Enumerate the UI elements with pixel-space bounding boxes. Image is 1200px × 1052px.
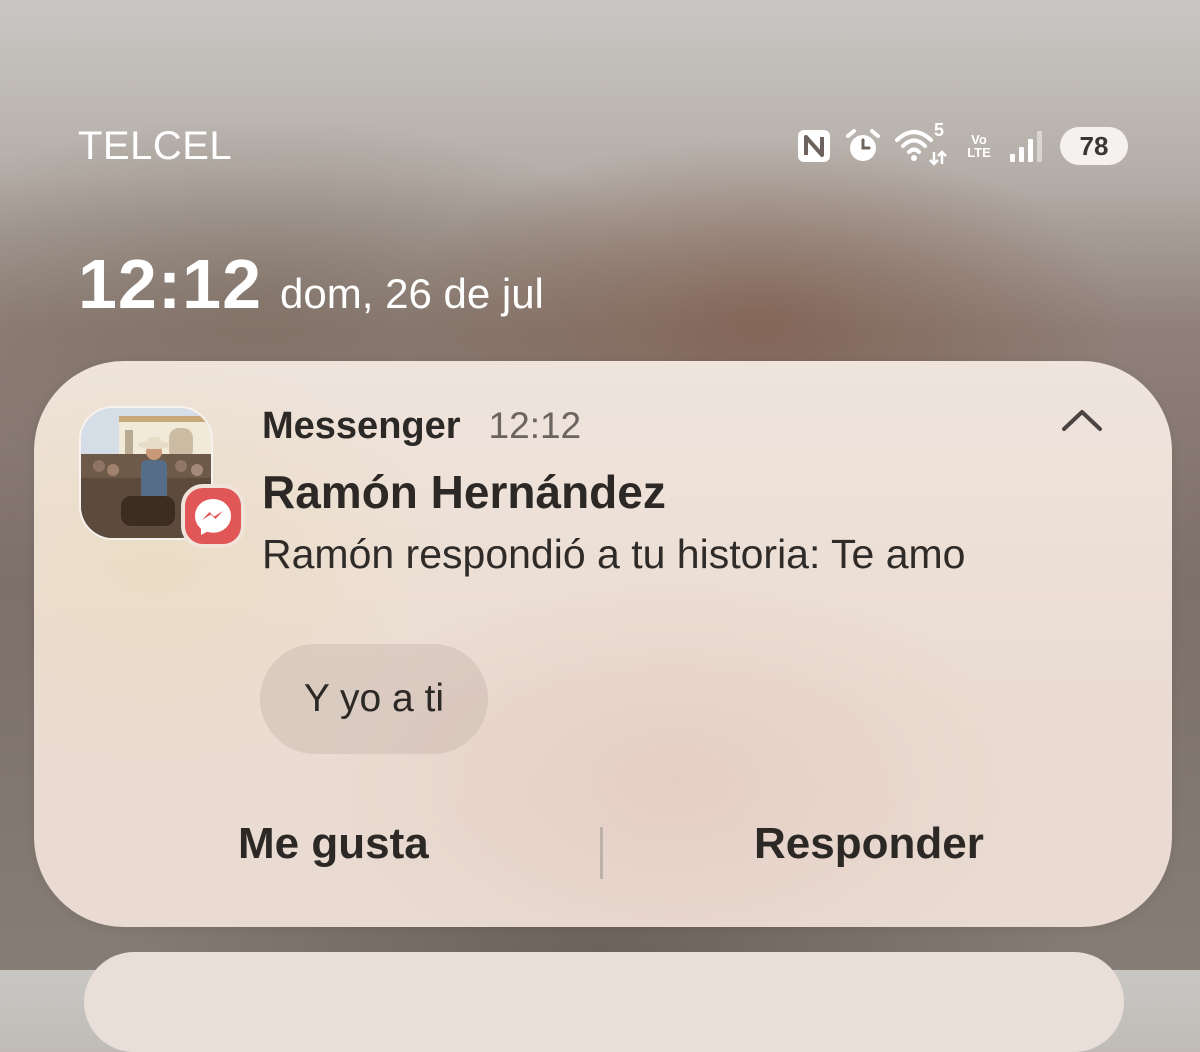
- clock-date: dom, 26 de jul: [280, 270, 544, 317]
- notification-time: 12:12: [488, 405, 582, 446]
- wifi-icon: 5: [894, 120, 950, 166]
- chevron-up-icon[interactable]: [1060, 405, 1104, 435]
- alarm-icon: [844, 127, 882, 165]
- lockscreen-clock-row: 12:12 dom, 26 de jul: [78, 244, 544, 324]
- messenger-notification-card[interactable]: Messenger 12:12 Ramón Hernández Ramón re…: [34, 361, 1172, 927]
- actions-divider: [600, 827, 603, 879]
- status-icons: 5 Vo LTE 78: [796, 120, 1128, 168]
- volte-bottom-label: LTE: [967, 145, 991, 160]
- next-notification-card[interactable]: [84, 952, 1124, 1052]
- carrier-name: TELCEL: [78, 124, 233, 168]
- message-text: Ramón respondió a tu historia: Te amo: [262, 531, 966, 577]
- battery-indicator: 78: [1060, 127, 1128, 165]
- quick-reply-chip[interactable]: Y yo a ti: [260, 644, 488, 754]
- reply-button[interactable]: Responder: [754, 819, 984, 869]
- nfc-icon: [796, 128, 832, 164]
- volte-icon: Vo LTE: [962, 133, 996, 159]
- signal-icon: [1008, 128, 1044, 164]
- messenger-icon: [181, 484, 245, 548]
- sender-name: Ramón Hernández: [262, 466, 666, 518]
- notification-actions: Me gusta Responder: [34, 801, 1172, 891]
- clock-time: 12:12: [78, 245, 263, 323]
- wifi-band-label: 5: [934, 120, 945, 140]
- like-button[interactable]: Me gusta: [238, 819, 429, 869]
- status-bar: TELCEL 5 Vo LTE 78: [0, 0, 1200, 200]
- sender-avatar-group: [79, 406, 245, 548]
- app-name: Messenger: [262, 405, 461, 447]
- notification-header: Messenger 12:12: [262, 405, 581, 448]
